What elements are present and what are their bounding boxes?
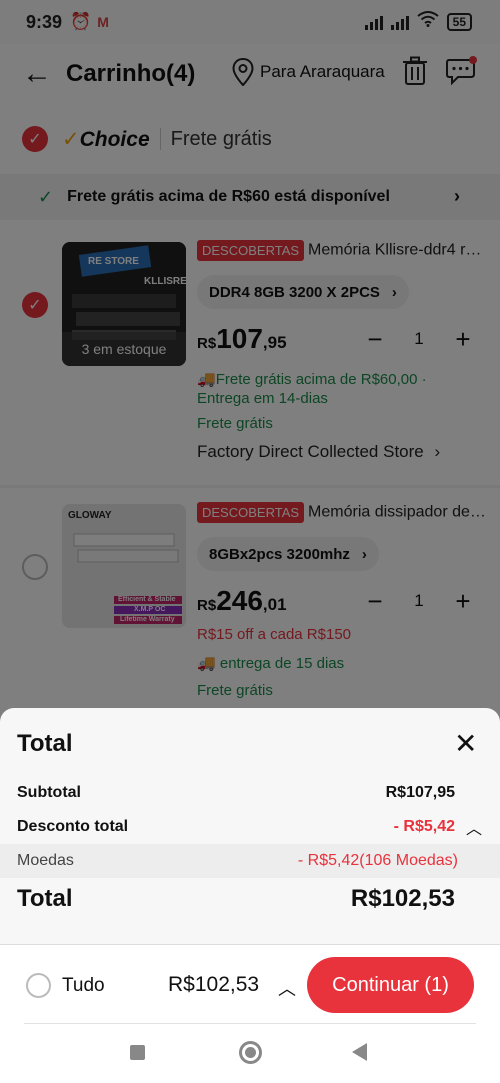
coins-value: - R$5,42(106 Moedas): [297, 852, 458, 869]
subtotal-value: R$107,95: [385, 784, 455, 801]
footer-total: R$102,53: [168, 973, 260, 996]
home-icon[interactable]: [239, 1041, 262, 1064]
close-icon[interactable]: ✕: [454, 730, 477, 758]
continue-button[interactable]: Continuar (1): [307, 957, 474, 1013]
chevron-up-icon[interactable]: ︿: [278, 975, 296, 1001]
total-label: Total: [17, 885, 73, 912]
back-icon[interactable]: [352, 1043, 367, 1061]
total-row: Total R$102,53: [0, 882, 500, 916]
discount-row[interactable]: Desconto total - R$5,42 ︿: [0, 810, 500, 844]
discount-label: Desconto total: [17, 818, 129, 835]
divider: [24, 1023, 476, 1024]
total-value: R$102,53: [350, 885, 455, 912]
select-all-label[interactable]: Tudo: [62, 975, 105, 997]
discount-value: - R$5,42: [393, 818, 455, 835]
chevron-up-icon[interactable]: ︿: [466, 815, 482, 839]
recents-icon[interactable]: [130, 1045, 145, 1060]
select-all-checkbox[interactable]: [26, 973, 51, 998]
coins-row: Moedas - R$5,42(106 Moedas): [0, 844, 500, 878]
coins-label: Moedas: [17, 852, 74, 869]
subtotal-row: Subtotal R$107,95: [0, 776, 500, 810]
sheet-title: Total: [17, 730, 73, 757]
subtotal-label: Subtotal: [17, 784, 81, 801]
checkout-footer: Tudo R$102,53 ︿ Continuar (1): [0, 944, 500, 1083]
system-nav-bar: [0, 1025, 500, 1083]
